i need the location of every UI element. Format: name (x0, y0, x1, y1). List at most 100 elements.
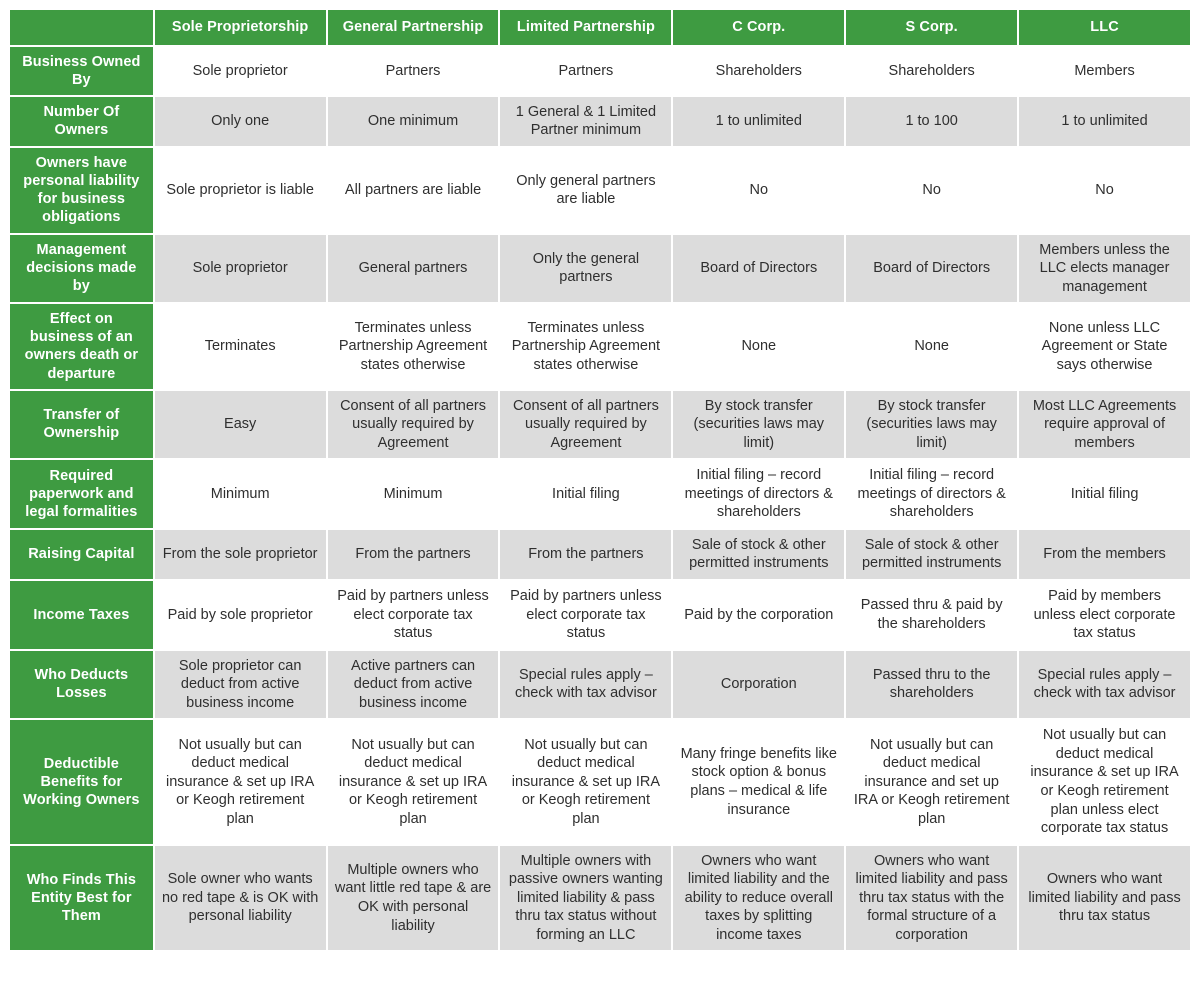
table-cell: Terminates unless Partnership Agreement … (327, 304, 499, 389)
row-header: Management decisions made by (10, 234, 153, 303)
table-cell: No (846, 148, 1018, 233)
table-cell: Not usually but can deduct medical insur… (1019, 720, 1190, 844)
table-cell: No (1019, 148, 1190, 233)
table-cell: Sole proprietor (154, 234, 326, 303)
table-cell: All partners are liable (327, 148, 499, 233)
table-cell: Multiple owners who want little red tape… (327, 845, 499, 951)
table-cell: Special rules apply – check with tax adv… (500, 650, 672, 719)
table-cell: Passed thru to the shareholders (846, 650, 1018, 719)
table-cell: 1 to unlimited (1019, 96, 1190, 147)
table-cell: Not usually but can deduct medical insur… (500, 720, 672, 844)
table-cell: No (673, 148, 845, 233)
table-cell: Not usually but can deduct medical insur… (327, 720, 499, 844)
table-cell: From the sole proprietor (154, 529, 326, 580)
table-cell: Consent of all partners usually required… (500, 390, 672, 459)
column-header-c-corp: C Corp. (673, 10, 845, 45)
table-cell: Terminates unless Partnership Agreement … (500, 304, 672, 389)
table-cell: From the partners (327, 529, 499, 580)
table-cell: Active partners can deduct from active b… (327, 650, 499, 719)
column-header-general-partnership: General Partnership (327, 10, 499, 45)
table-cell: Partners (500, 46, 672, 95)
table-cell: Only the general partners (500, 234, 672, 303)
table-cell: From the partners (500, 529, 672, 580)
table-cell: Only one (154, 96, 326, 147)
table-cell: Owners who want limited liability and th… (673, 845, 845, 951)
table-row: Who Deducts Losses Sole proprietor can de… (10, 650, 1190, 719)
table-cell: Owners who want limited liability and pa… (846, 845, 1018, 951)
row-header: Required paperwork and legal formalities (10, 460, 153, 528)
table-cell: Only general partners are liable (500, 148, 672, 233)
table-header: Sole Proprietorship General Partnership … (10, 10, 1190, 45)
table-cell: None (846, 304, 1018, 389)
table-cell: Not usually but can deduct medical insur… (846, 720, 1018, 844)
table-cell: Terminates (154, 304, 326, 389)
table-row: Effect on business of an owners death or… (10, 304, 1190, 389)
table-cell: Sole proprietor (154, 46, 326, 95)
table-row: Income Taxes Paid by sole proprietor Paid … (10, 581, 1190, 649)
table-cell: Paid by partners unless elect corporate … (500, 581, 672, 649)
table-cell: Initial filing – record meetings of dire… (846, 460, 1018, 528)
table-cell: Paid by sole proprietor (154, 581, 326, 649)
table-cell: Corporation (673, 650, 845, 719)
table-cell: Initial filing (500, 460, 672, 528)
table-row: Raising Capital From the sole proprietor F… (10, 529, 1190, 580)
table-cell: Initial filing (1019, 460, 1190, 528)
column-header-sole-proprietorship: Sole Proprietorship (154, 10, 326, 45)
row-header: Effect on business of an owners death or… (10, 304, 153, 389)
table-cell: Paid by the corporation (673, 581, 845, 649)
table-cell: Sale of stock & other permitted instrume… (673, 529, 845, 580)
table-row: Business Owned By Sole proprietor Partners… (10, 46, 1190, 95)
row-header: Transfer of Ownership (10, 390, 153, 459)
row-header: Raising Capital (10, 529, 153, 580)
table-cell: Sale of stock & other permitted instrume… (846, 529, 1018, 580)
table-cell: Members (1019, 46, 1190, 95)
row-header: Business Owned By (10, 46, 153, 95)
row-header: Deductible Benefits for Working Owners (10, 720, 153, 844)
column-header-llc: LLC (1019, 10, 1190, 45)
row-header: Number Of Owners (10, 96, 153, 147)
business-entity-comparison-table: Sole Proprietorship General Partnership … (0, 0, 1200, 986)
row-header: Who Deducts Losses (10, 650, 153, 719)
table-cell: Paid by members unless elect corporate t… (1019, 581, 1190, 649)
row-header: Who Finds This Entity Best for Them (10, 845, 153, 951)
header-row: Sole Proprietorship General Partnership … (10, 10, 1190, 45)
table-cell: None unless LLC Agreement or State says … (1019, 304, 1190, 389)
table-cell: Board of Directors (846, 234, 1018, 303)
table-cell: Easy (154, 390, 326, 459)
table-cell: Partners (327, 46, 499, 95)
table-cell: Members unless the LLC elects manager ma… (1019, 234, 1190, 303)
table-cell: Not usually but can deduct medical insur… (154, 720, 326, 844)
table-cell: None (673, 304, 845, 389)
table-row: Management decisions made by Sole proprie… (10, 234, 1190, 303)
table-cell: By stock transfer (securities laws may l… (673, 390, 845, 459)
table-row: Deductible Benefits for Working Owners No… (10, 720, 1190, 844)
table-cell: General partners (327, 234, 499, 303)
table-cell: Sole proprietor can deduct from active b… (154, 650, 326, 719)
table-cell: Initial filing – record meetings of dire… (673, 460, 845, 528)
table-cell: Shareholders (673, 46, 845, 95)
table-cell: Minimum (327, 460, 499, 528)
table-row: Transfer of Ownership Easy Consent of all … (10, 390, 1190, 459)
table-cell: Passed thru & paid by the shareholders (846, 581, 1018, 649)
table-cell: Shareholders (846, 46, 1018, 95)
table-cell: From the members (1019, 529, 1190, 580)
table-cell: Minimum (154, 460, 326, 528)
table-cell: Consent of all partners usually required… (327, 390, 499, 459)
row-header: Owners have personal liability for busin… (10, 148, 153, 233)
table-row: Who Finds This Entity Best for Them Sole … (10, 845, 1190, 951)
table-cell: Board of Directors (673, 234, 845, 303)
table-cell: Special rules apply – check with tax adv… (1019, 650, 1190, 719)
table-cell: Most LLC Agreements require approval of … (1019, 390, 1190, 459)
column-header-limited-partnership: Limited Partnership (500, 10, 672, 45)
table-cell: 1 General & 1 Limited Partner minimum (500, 96, 672, 147)
comparison-table: Sole Proprietorship General Partnership … (8, 8, 1192, 952)
table-cell: One minimum (327, 96, 499, 147)
table-cell: Sole owner who wants no red tape & is OK… (154, 845, 326, 951)
table-cell: 1 to unlimited (673, 96, 845, 147)
table-row: Required paperwork and legal formalities… (10, 460, 1190, 528)
column-header-s-corp: S Corp. (846, 10, 1018, 45)
table-cell: 1 to 100 (846, 96, 1018, 147)
table-cell: By stock transfer (securities laws may l… (846, 390, 1018, 459)
table-cell: Paid by partners unless elect corporate … (327, 581, 499, 649)
table-cell: Sole proprietor is liable (154, 148, 326, 233)
